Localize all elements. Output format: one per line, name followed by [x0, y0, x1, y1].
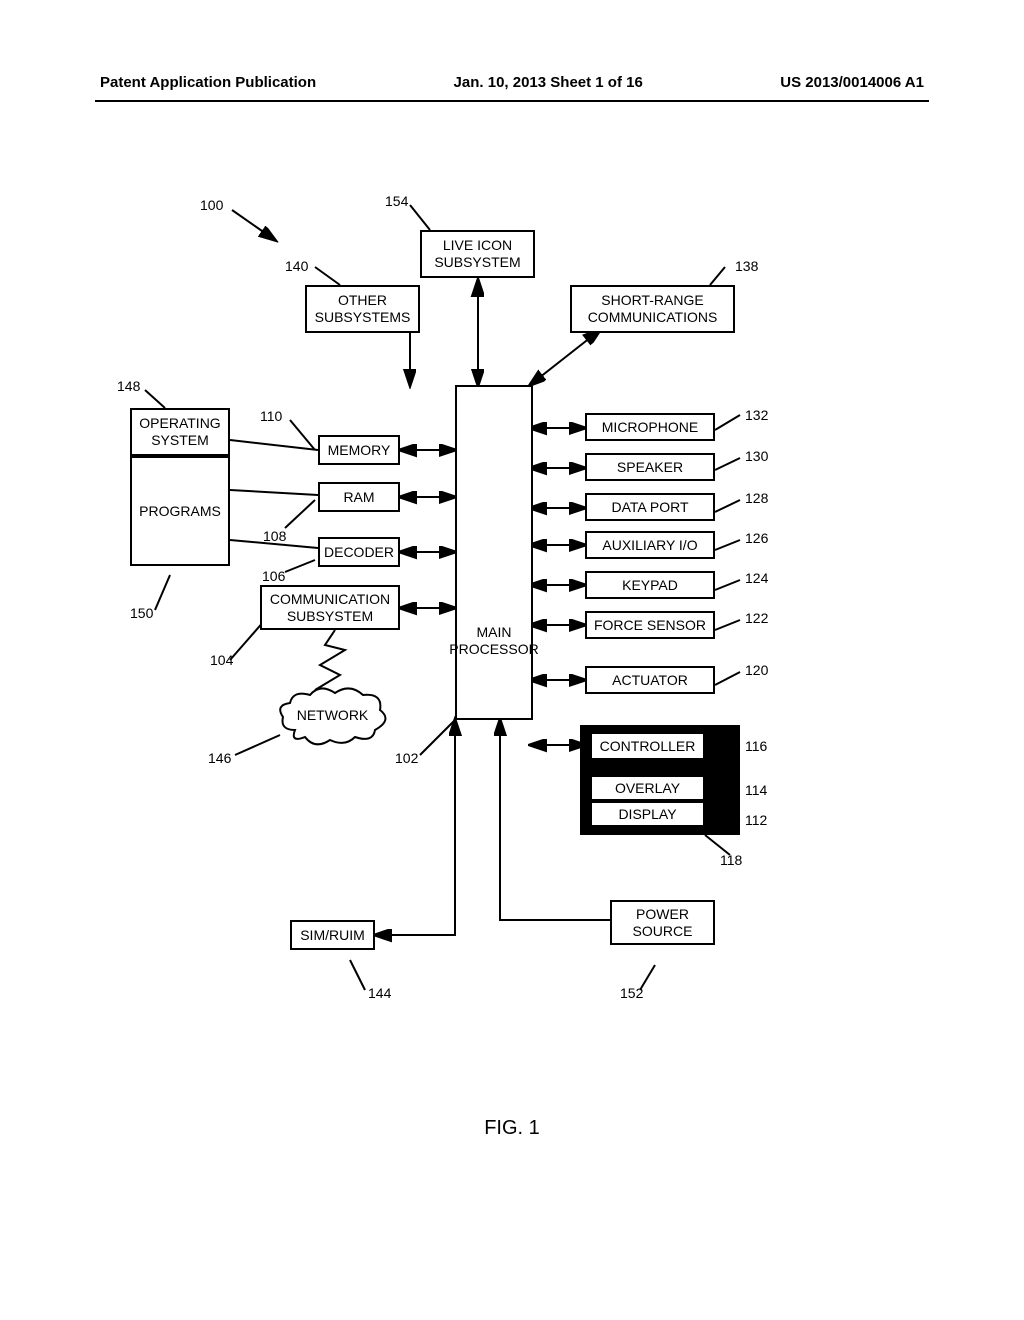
block-data-port: DATA PORT: [585, 493, 715, 521]
block-label: MICROPHONE: [602, 419, 698, 436]
ref-126: 126: [745, 530, 768, 546]
block-label: POWERSOURCE: [633, 906, 693, 940]
ref-112: 112: [745, 812, 767, 828]
diagram-canvas: LIVE ICONSUBSYSTEM OTHERSUBSYSTEMS SHORT…: [100, 190, 924, 1090]
ref-120: 120: [745, 662, 768, 678]
block-label: PROGRAMS: [139, 503, 221, 520]
header-right: US 2013/0014006 A1: [780, 74, 924, 91]
header-center: Jan. 10, 2013 Sheet 1 of 16: [454, 74, 643, 91]
block-force-sensor: FORCE SENSOR: [585, 611, 715, 639]
ref-146: 146: [208, 750, 231, 766]
block-power-source: POWERSOURCE: [610, 900, 715, 945]
ref-118: 118: [720, 852, 742, 868]
block-main-processor: MAINPROCESSOR: [455, 385, 533, 720]
block-label: NETWORK: [297, 707, 369, 723]
ref-150: 150: [130, 605, 153, 621]
ref-128: 128: [745, 490, 768, 506]
block-sim-ruim: SIM/RUIM: [290, 920, 375, 950]
block-label: OPERATINGSYSTEM: [139, 415, 220, 449]
block-live-icon: LIVE ICONSUBSYSTEM: [420, 230, 535, 278]
ref-124: 124: [745, 570, 768, 586]
block-actuator: ACTUATOR: [585, 666, 715, 694]
ref-102: 102: [395, 750, 418, 766]
block-memory: MEMORY: [318, 435, 400, 465]
ref-138: 138: [735, 258, 758, 274]
page-header: Patent Application Publication Jan. 10, …: [0, 74, 1024, 91]
block-label: CONTROLLER: [600, 738, 696, 755]
block-label: LIVE ICONSUBSYSTEM: [434, 237, 520, 271]
block-label: KEYPAD: [622, 577, 678, 594]
ref-140: 140: [285, 258, 308, 274]
block-label: ACTUATOR: [612, 672, 688, 689]
figure-caption: FIG. 1: [484, 1117, 540, 1140]
block-label: AUXILIARY I/O: [602, 537, 697, 554]
block-label: DISPLAY: [618, 806, 676, 823]
ref-144: 144: [368, 985, 391, 1001]
header-left: Patent Application Publication: [100, 74, 316, 91]
block-label: OTHERSUBSYSTEMS: [315, 292, 411, 326]
ref-122: 122: [745, 610, 768, 626]
block-label: FORCE SENSOR: [594, 617, 706, 634]
block-other-subsystems: OTHERSUBSYSTEMS: [305, 285, 420, 333]
block-label: COMMUNICATIONSUBSYSTEM: [270, 591, 390, 625]
ref-110: 110: [260, 408, 282, 424]
block-label: SPEAKER: [617, 459, 683, 476]
block-keypad: KEYPAD: [585, 571, 715, 599]
block-microphone: MICROPHONE: [585, 413, 715, 441]
block-decoder: DECODER: [318, 537, 400, 567]
block-speaker: SPEAKER: [585, 453, 715, 481]
block-overlay: OVERLAY: [590, 775, 705, 801]
block-label: DECODER: [324, 544, 394, 561]
block-ram: RAM: [318, 482, 400, 512]
ref-108: 108: [263, 528, 286, 544]
ref-132: 132: [745, 407, 768, 423]
ref-114: 114: [745, 782, 767, 798]
ref-116: 116: [745, 738, 767, 754]
block-label: MAINPROCESSOR: [449, 624, 538, 658]
ref-152: 152: [620, 985, 643, 1001]
block-label: MEMORY: [328, 442, 391, 459]
block-comm-subsystem: COMMUNICATIONSUBSYSTEM: [260, 585, 400, 630]
block-aux-io: AUXILIARY I/O: [585, 531, 715, 559]
header-rule: [95, 100, 929, 102]
ref-106: 106: [262, 568, 285, 584]
block-network: NETWORK: [275, 685, 390, 745]
block-label: SHORT-RANGECOMMUNICATIONS: [588, 292, 718, 326]
ref-148: 148: [117, 378, 140, 394]
block-label: RAM: [343, 489, 374, 506]
block-label: OVERLAY: [615, 780, 680, 797]
block-short-range: SHORT-RANGECOMMUNICATIONS: [570, 285, 735, 333]
block-label: SIM/RUIM: [300, 927, 365, 944]
ref-104: 104: [210, 652, 233, 668]
ref-154: 154: [385, 193, 408, 209]
block-programs: PROGRAMS: [130, 456, 230, 566]
ref-100: 100: [200, 197, 223, 213]
block-label: DATA PORT: [611, 499, 688, 516]
block-operating-system: OPERATINGSYSTEM: [130, 408, 230, 456]
ref-130: 130: [745, 448, 768, 464]
block-controller: CONTROLLER: [590, 732, 705, 760]
block-display: DISPLAY: [590, 801, 705, 827]
